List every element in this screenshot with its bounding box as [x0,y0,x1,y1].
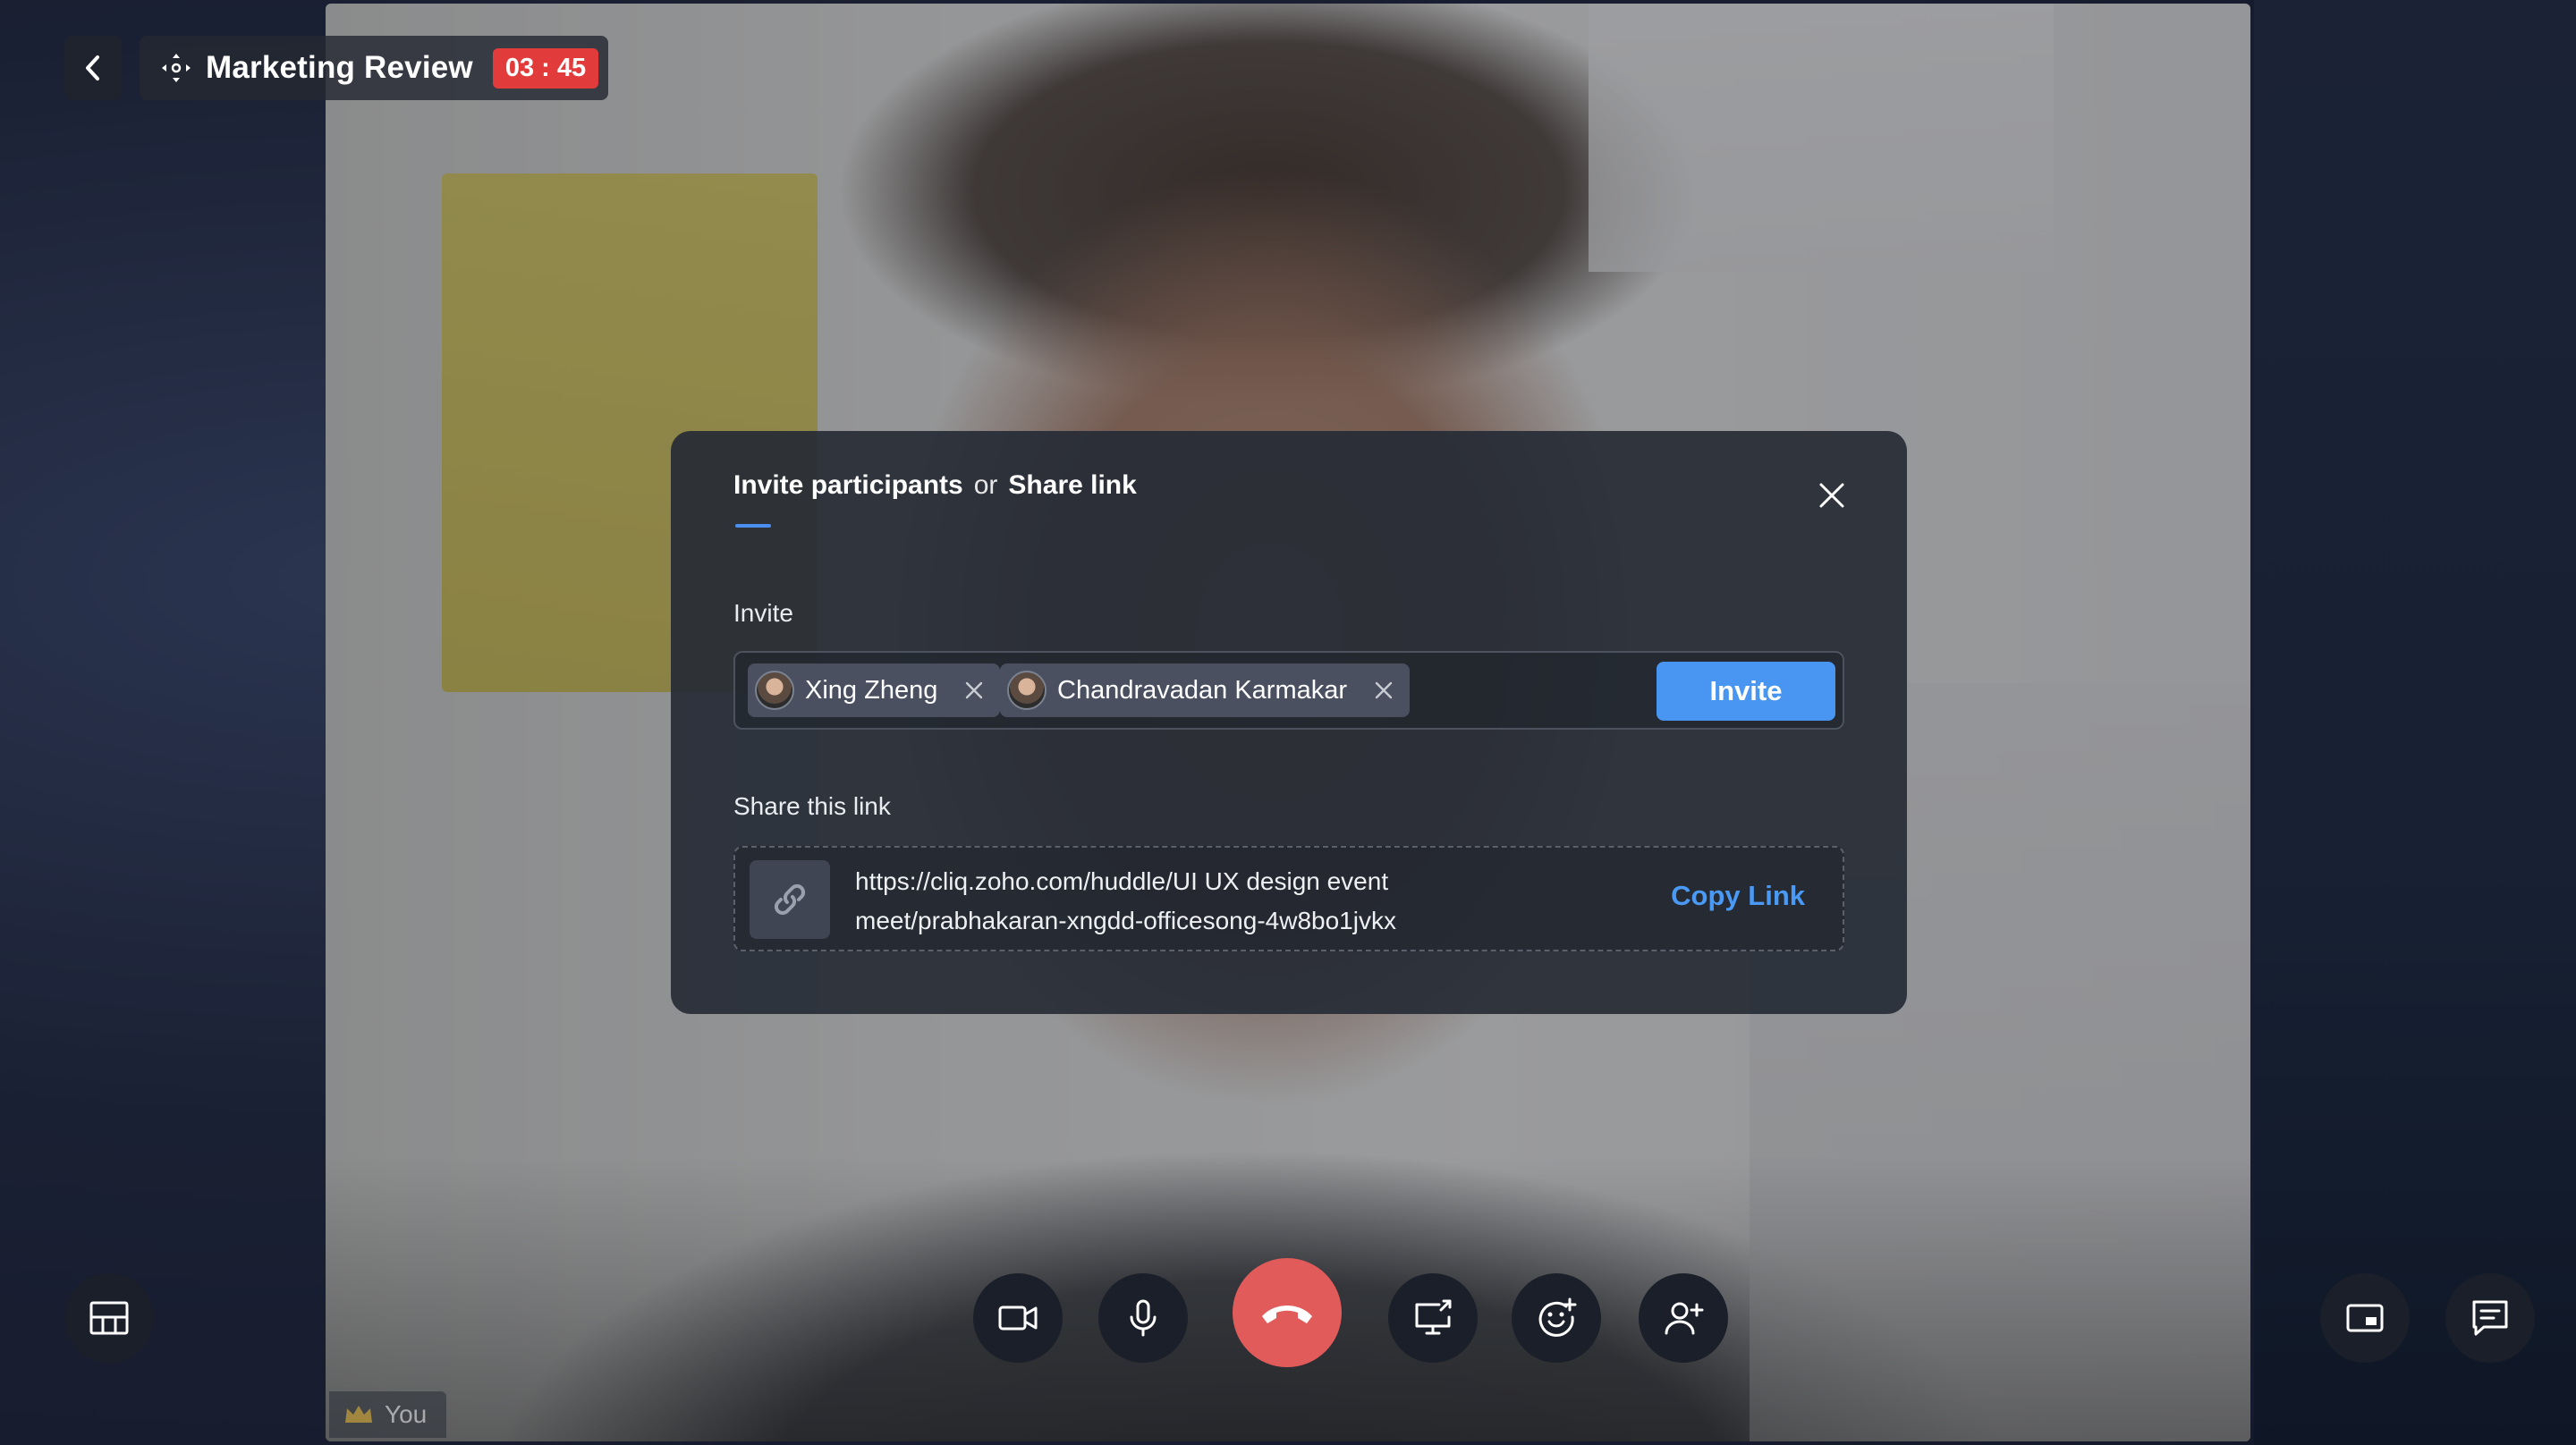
video-camera-icon [998,1306,1038,1331]
tab-invite-participants[interactable]: Invite participants [733,470,963,501]
picture-in-picture-button[interactable] [2320,1273,2410,1363]
share-link-box: https://cliq.zoho.com/huddle/UI UX desig… [733,846,1844,951]
invitee-chip: Xing Zheng [748,663,1001,717]
mic-toggle-button[interactable] [1098,1273,1188,1363]
screen-share-button[interactable] [1388,1273,1478,1363]
active-tab-indicator [735,524,771,528]
self-label-text: You [385,1400,428,1428]
add-user-icon [1665,1302,1704,1335]
share-link-label: Share this link [733,792,891,820]
screen-share-icon [1415,1299,1452,1335]
invitee-name: Chandravadan Karmakar [1057,675,1348,705]
meeting-title: Marketing Review [206,50,473,85]
remove-invitee-button[interactable] [1370,677,1397,704]
back-button[interactable] [64,36,122,100]
crown-icon [345,1406,372,1423]
chat-icon [2472,1300,2508,1336]
invitee-chip: Chandravadan Karmakar [1000,663,1411,717]
close-icon [966,681,983,699]
remove-invitee-button[interactable] [961,677,987,704]
invite-dialog: Invite participants or Share link Invite… [671,431,1907,1014]
chat-button[interactable] [2445,1273,2535,1363]
video-toggle-button[interactable] [973,1273,1063,1363]
meeting-drag-icon [162,54,191,82]
call-timer: 03 : 45 [492,47,599,89]
phone-hangup-icon [1262,1306,1312,1323]
share-link-line: meet/prabhakaran-xngdd-officesong-4w8bo1… [855,907,1396,934]
layout-grid-icon [89,1301,129,1335]
invite-label: Invite [733,599,793,627]
invitee-name: Xing Zheng [805,675,938,705]
reaction-button[interactable] [1512,1273,1601,1363]
close-icon [1819,483,1844,508]
self-label: You [329,1391,447,1438]
link-icon [750,860,830,939]
invite-button[interactable]: Invite [1657,662,1835,721]
chevron-left-icon [86,55,99,80]
meeting-title-bar[interactable]: Marketing Review 03 : 45 [140,36,608,100]
share-link-url[interactable]: https://cliq.zoho.com/huddle/UI UX desig… [855,862,1396,941]
copy-link-button[interactable]: Copy Link [1671,880,1805,912]
dialog-header: Invite participants or Share link [733,470,1137,501]
end-call-button[interactable] [1233,1258,1342,1367]
close-icon [1375,681,1393,699]
avatar [1007,671,1046,710]
dialog-close-button[interactable] [1809,472,1855,519]
layout-button[interactable] [64,1273,154,1363]
tab-separator: or [973,470,998,500]
invitee-input[interactable]: Xing Zheng Chandravadan Karmakar Invite [733,651,1844,730]
add-participant-button[interactable] [1639,1273,1728,1363]
emoji-reaction-icon [1538,1297,1577,1337]
picture-in-picture-icon [2346,1304,2384,1332]
share-link-line: https://cliq.zoho.com/huddle/UI UX desig… [855,867,1389,895]
tab-share-link[interactable]: Share link [1008,470,1136,501]
avatar [755,671,794,710]
microphone-icon [1130,1299,1157,1337]
